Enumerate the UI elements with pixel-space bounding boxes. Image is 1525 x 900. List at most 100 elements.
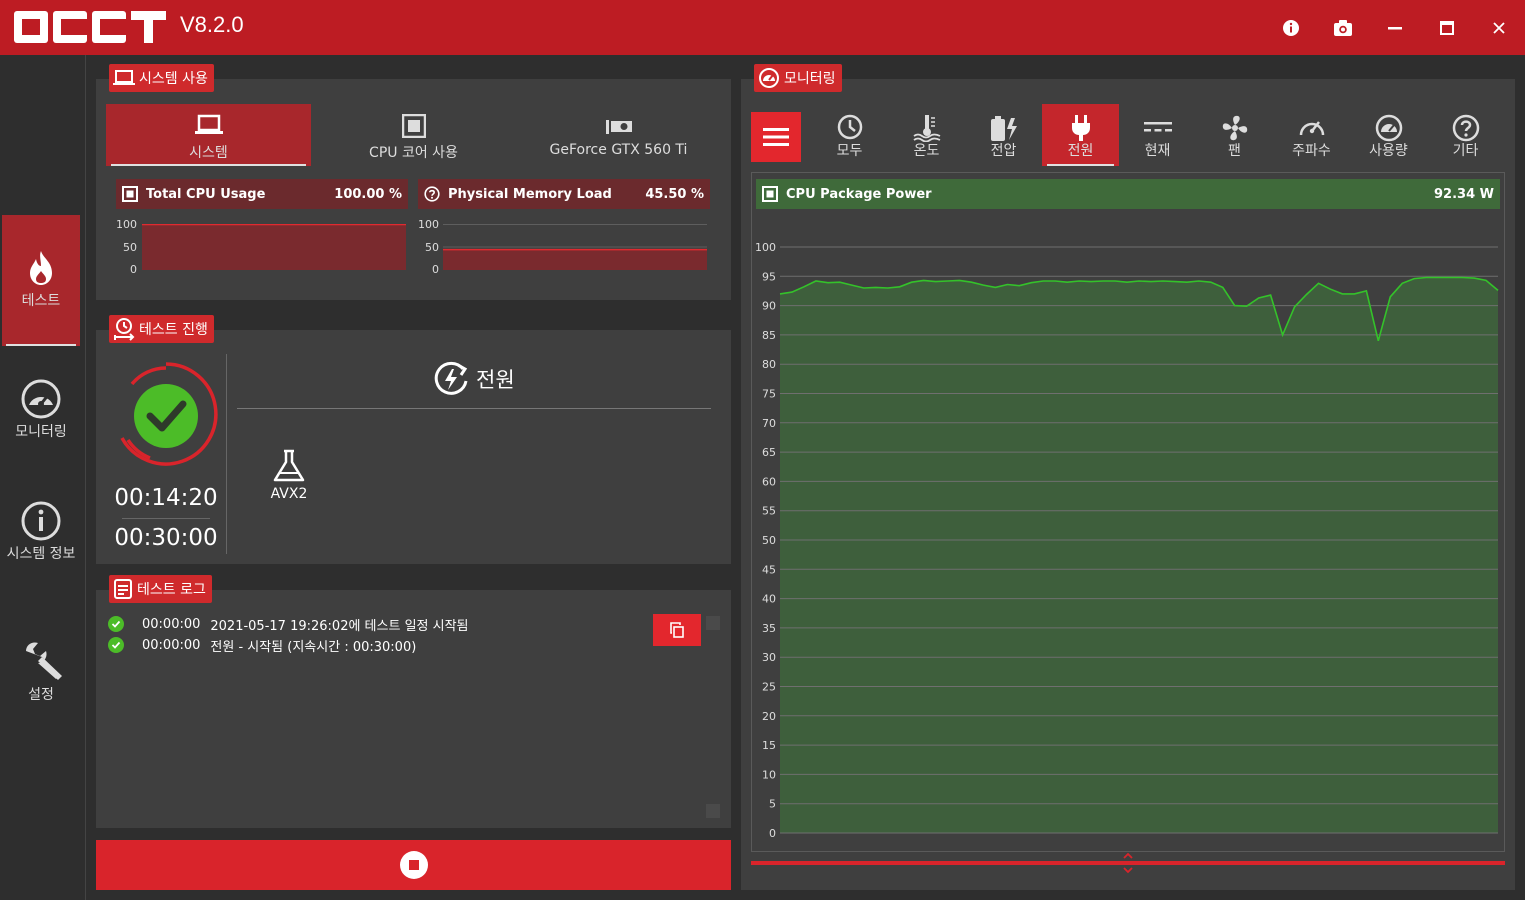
tab-cpu-core-usage[interactable]: CPU 코어 사용 bbox=[311, 104, 516, 166]
test-progress-tag: 테스트 진행 bbox=[109, 315, 214, 343]
y-tick-label: 70 bbox=[762, 417, 776, 430]
minimize-icon[interactable] bbox=[1383, 16, 1407, 40]
y-tick-label: 40 bbox=[762, 593, 776, 606]
tab-fan[interactable]: 팬 bbox=[1196, 104, 1273, 166]
app-version: V8.2.0 bbox=[180, 12, 244, 37]
log-time: 00:00:00 bbox=[142, 637, 201, 653]
instruction-set-item: AVX2 bbox=[262, 448, 316, 502]
y-tick-label: 80 bbox=[762, 358, 776, 371]
y-tick-label: 100 bbox=[755, 241, 776, 254]
sidebar-item-label: 설정 bbox=[28, 687, 54, 703]
sidebar-item-label: 시스템 정보 bbox=[6, 546, 76, 562]
tick-label: 0 bbox=[432, 263, 439, 276]
cpu-package-power-header: CPU Package Power 92.34 W bbox=[756, 179, 1500, 209]
scroll-up-button[interactable] bbox=[706, 616, 720, 630]
test-type-label: 전원 bbox=[476, 368, 515, 392]
monitoring-tag: 모니터링 bbox=[754, 64, 842, 92]
title-bar: V8.2.0 bbox=[0, 0, 1525, 55]
y-tick-label: 25 bbox=[762, 681, 776, 694]
y-tick-label: 45 bbox=[762, 563, 776, 576]
tab-label: 전압 bbox=[990, 143, 1017, 159]
y-tick-label: 50 bbox=[762, 534, 776, 547]
gauge-icon bbox=[1375, 114, 1402, 142]
tab-label: GeForce GTX 560 Ti bbox=[549, 142, 688, 158]
tick-label: 50 bbox=[425, 241, 439, 254]
tab-label: 팬 bbox=[1228, 143, 1241, 159]
tab-usage[interactable]: 사용량 bbox=[1350, 104, 1427, 166]
hamburger-menu-button[interactable] bbox=[751, 112, 801, 162]
card-value: 45.50 % bbox=[645, 186, 704, 202]
tab-voltage[interactable]: 전압 bbox=[965, 104, 1042, 166]
tab-all[interactable]: 모두 bbox=[811, 104, 888, 166]
chart-current-value: 92.34 W bbox=[1434, 186, 1494, 202]
y-tick-label: 30 bbox=[762, 651, 776, 664]
panel-title: 모니터링 bbox=[784, 71, 836, 87]
check-icon bbox=[134, 384, 198, 448]
tab-label: 온도 bbox=[913, 143, 940, 159]
chart-title: CPU Package Power bbox=[786, 186, 932, 202]
y-tick-label: 5 bbox=[769, 798, 776, 811]
tab-system[interactable]: 시스템 bbox=[106, 104, 311, 166]
question-icon bbox=[424, 186, 440, 202]
dc-current-icon bbox=[1143, 122, 1172, 132]
menu-icon bbox=[763, 128, 789, 146]
panel-title: 시스템 사용 bbox=[139, 71, 208, 87]
card-value: 100.00 % bbox=[334, 186, 402, 202]
tab-current[interactable]: 현재 bbox=[1119, 104, 1196, 166]
check-icon bbox=[108, 637, 124, 653]
scroll-down-button[interactable] bbox=[706, 804, 720, 818]
stopwatch-icon bbox=[114, 318, 135, 341]
y-tick-label: 0 bbox=[769, 827, 776, 840]
occt-logo bbox=[14, 11, 166, 43]
copy-log-button[interactable] bbox=[653, 614, 701, 646]
sidebar-item-test[interactable]: 테스트 bbox=[2, 215, 80, 346]
flame-icon bbox=[30, 251, 52, 285]
card-title: Total CPU Usage bbox=[146, 186, 266, 202]
sidebar-item-settings[interactable]: 설정 bbox=[2, 635, 80, 715]
y-tick-label: 75 bbox=[762, 388, 776, 401]
cpu-icon bbox=[762, 186, 778, 202]
tab-label: CPU 코어 사용 bbox=[369, 145, 458, 161]
cpu-icon bbox=[401, 114, 426, 138]
document-icon bbox=[114, 579, 132, 599]
sidebar-item-label: 모니터링 bbox=[15, 424, 67, 440]
fan-icon bbox=[1222, 115, 1247, 141]
tab-other[interactable]: 기타 bbox=[1427, 104, 1504, 166]
clock-icon bbox=[837, 114, 862, 140]
gauge-icon bbox=[759, 68, 779, 88]
y-tick-label: 35 bbox=[762, 622, 776, 635]
log-time: 00:00:00 bbox=[142, 616, 201, 632]
stop-test-button[interactable] bbox=[96, 840, 731, 890]
tick-label: 0 bbox=[130, 263, 137, 276]
tab-label: 모두 bbox=[836, 143, 863, 159]
tab-label: 현재 bbox=[1144, 143, 1171, 159]
series-area bbox=[780, 277, 1498, 833]
cpu-usage-header: Total CPU Usage 100.00 % bbox=[116, 179, 408, 209]
log-entry: 00:00:00 2021-05-17 19:26:02에 테스트 일정 시작됨 bbox=[108, 614, 469, 634]
tab-power[interactable]: 전원 bbox=[1042, 104, 1119, 166]
test-type-header: 전원 bbox=[432, 360, 515, 398]
laptop-icon bbox=[113, 70, 135, 85]
usage-fill bbox=[142, 224, 406, 270]
tab-temperature[interactable]: 온도 bbox=[888, 104, 965, 166]
close-icon[interactable] bbox=[1487, 16, 1511, 40]
cpu-package-power-chart: 1009590858075706560555045403530252015105… bbox=[755, 241, 1499, 840]
gpu-icon bbox=[605, 120, 632, 134]
sidebar-item-system-info[interactable]: 시스템 정보 bbox=[2, 494, 80, 586]
info-icon[interactable] bbox=[1279, 16, 1303, 40]
info-icon bbox=[21, 501, 61, 541]
tab-frequency[interactable]: 주파수 bbox=[1273, 104, 1350, 166]
sidebar-item-monitoring[interactable]: 모니터링 bbox=[2, 372, 80, 452]
tab-gpu[interactable]: GeForce GTX 560 Ti bbox=[516, 104, 721, 166]
y-tick-label: 60 bbox=[762, 475, 776, 488]
copy-icon bbox=[670, 622, 684, 638]
tab-label: 사용량 bbox=[1369, 143, 1408, 159]
sidebar bbox=[0, 55, 86, 900]
resize-arrows-icon bbox=[1123, 852, 1133, 874]
test-type-divider bbox=[237, 408, 711, 409]
camera-icon[interactable] bbox=[1331, 16, 1355, 40]
y-tick-label: 20 bbox=[762, 710, 776, 723]
battery-icon bbox=[990, 116, 1017, 141]
maximize-icon[interactable] bbox=[1435, 16, 1459, 40]
memory-load-chart bbox=[443, 224, 707, 270]
